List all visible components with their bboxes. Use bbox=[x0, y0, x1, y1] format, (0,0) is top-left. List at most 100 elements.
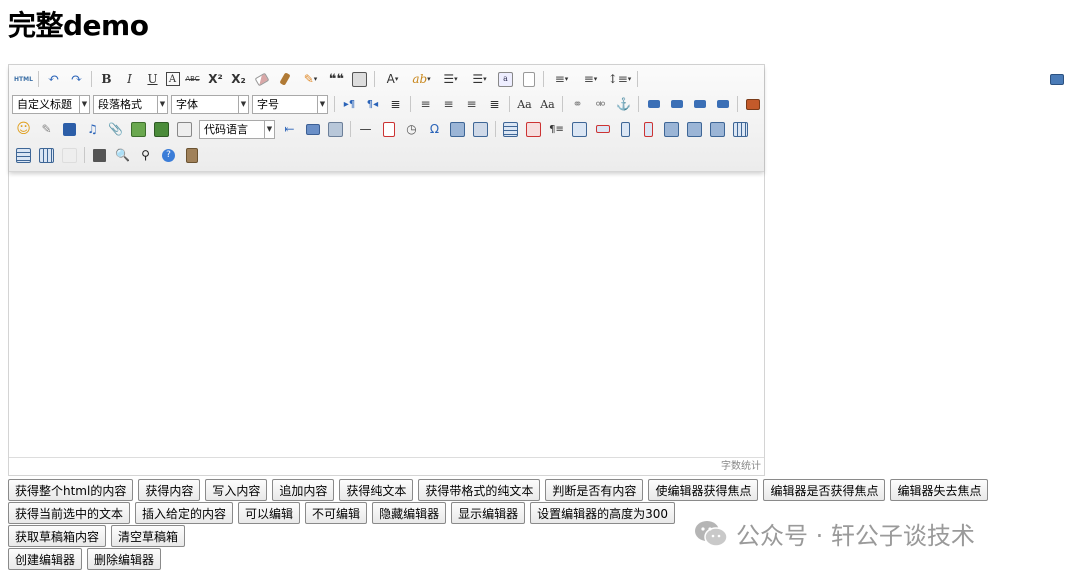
fullscreen-icon[interactable] bbox=[1047, 69, 1067, 89]
api-button[interactable]: 获取草稿箱内容 bbox=[8, 525, 107, 547]
api-button[interactable]: 追加内容 bbox=[272, 479, 335, 501]
gmap-icon[interactable] bbox=[152, 119, 172, 139]
justify-left-icon[interactable]: ≡ bbox=[416, 94, 436, 114]
directionality-rtl-icon[interactable]: ¶◂ bbox=[363, 94, 383, 114]
api-button[interactable]: 编辑器失去焦点 bbox=[890, 479, 989, 501]
api-button[interactable]: 获得当前选中的文本 bbox=[8, 502, 131, 524]
image-right-icon[interactable] bbox=[690, 94, 710, 114]
emotion-icon[interactable]: ☺ bbox=[14, 119, 34, 139]
insertvideo-icon[interactable] bbox=[60, 119, 80, 139]
deleterow-icon[interactable] bbox=[593, 119, 613, 139]
unlink-icon[interactable]: ⚮ bbox=[591, 94, 611, 114]
splittocells-icon[interactable] bbox=[731, 119, 751, 139]
api-button[interactable]: 获得纯文本 bbox=[339, 479, 414, 501]
api-button[interactable]: 判断是否有内容 bbox=[545, 479, 644, 501]
mergecells-icon[interactable] bbox=[662, 119, 682, 139]
subscript-button[interactable]: X₂ bbox=[229, 69, 249, 89]
date-icon[interactable] bbox=[379, 119, 399, 139]
directionality-ltr-icon[interactable]: ▸¶ bbox=[340, 94, 360, 114]
insertparagraphbeforetable-icon[interactable]: ¶≡ bbox=[547, 119, 567, 139]
eraser-icon[interactable] bbox=[252, 69, 272, 89]
api-button[interactable]: 隐藏编辑器 bbox=[372, 502, 447, 524]
api-button[interactable]: 写入内容 bbox=[205, 479, 268, 501]
drafts-icon[interactable] bbox=[182, 145, 202, 165]
undo-icon[interactable]: ↶ bbox=[44, 69, 64, 89]
api-button[interactable]: 编辑器是否获得焦点 bbox=[763, 479, 886, 501]
justify-justify-icon[interactable]: ≣ bbox=[485, 94, 505, 114]
insertcol-icon[interactable] bbox=[616, 119, 636, 139]
map-icon[interactable] bbox=[129, 119, 149, 139]
deletecol-icon[interactable] bbox=[639, 119, 659, 139]
image-none-icon[interactable] bbox=[644, 94, 664, 114]
underline-button[interactable]: U bbox=[143, 69, 163, 89]
unordered-list-icon[interactable]: ☰ ▾ bbox=[467, 69, 493, 89]
api-button[interactable]: 删除编辑器 bbox=[87, 548, 162, 570]
mergedown-icon[interactable] bbox=[708, 119, 728, 139]
pagebreak-icon[interactable]: ⇤ bbox=[280, 119, 300, 139]
link-icon[interactable]: ⚭ bbox=[568, 94, 588, 114]
inserttable-icon[interactable] bbox=[501, 119, 521, 139]
help-icon[interactable]: ? bbox=[159, 145, 179, 165]
cleardoc-icon[interactable] bbox=[519, 69, 539, 89]
api-button[interactable]: 创建编辑器 bbox=[8, 548, 83, 570]
pasteplain-icon[interactable] bbox=[350, 69, 370, 89]
simpleupload-icon[interactable] bbox=[743, 94, 763, 114]
horizontal-rule-icon[interactable]: — bbox=[356, 119, 376, 139]
justify-right-icon[interactable]: ≡ bbox=[462, 94, 482, 114]
api-button[interactable]: 插入给定的内容 bbox=[135, 502, 234, 524]
scrawl-icon[interactable]: ✎ bbox=[37, 119, 57, 139]
time-icon[interactable]: ◷ bbox=[402, 119, 422, 139]
splittocols-icon[interactable] bbox=[37, 145, 57, 165]
insertrow-icon[interactable] bbox=[570, 119, 590, 139]
api-button[interactable]: 获得整个html的内容 bbox=[8, 479, 134, 501]
image-center-icon[interactable] bbox=[713, 94, 733, 114]
api-button[interactable]: 不可编辑 bbox=[305, 502, 368, 524]
insertcode-select[interactable]: 代码语言 ▼ bbox=[199, 119, 275, 139]
wordimage-icon[interactable] bbox=[471, 119, 491, 139]
superscript-button[interactable]: X² bbox=[206, 69, 226, 89]
api-button[interactable]: 设置编辑器的高度为300 bbox=[530, 502, 675, 524]
deletetable-icon[interactable] bbox=[524, 119, 544, 139]
rowspacingbottom-icon[interactable]: ≡ ▾ bbox=[578, 69, 604, 89]
charts-icon[interactable] bbox=[60, 145, 80, 165]
source-html-button[interactable]: HTML bbox=[14, 69, 34, 89]
api-button[interactable]: 使编辑器获得焦点 bbox=[648, 479, 759, 501]
image-left-icon[interactable] bbox=[667, 94, 687, 114]
bold-button[interactable]: B bbox=[97, 69, 117, 89]
strikethrough-button[interactable]: ABC bbox=[183, 69, 203, 89]
autotypeset-icon[interactable]: ✎ ▾ bbox=[298, 69, 324, 89]
fontborder-button[interactable]: A bbox=[165, 72, 180, 86]
insertframe-icon[interactable] bbox=[175, 119, 195, 139]
italic-button[interactable]: I bbox=[120, 69, 140, 89]
splittorows-icon[interactable] bbox=[14, 145, 34, 165]
redo-icon[interactable]: ↷ bbox=[67, 69, 87, 89]
music-icon[interactable]: ♫ bbox=[83, 119, 103, 139]
api-button[interactable]: 显示编辑器 bbox=[451, 502, 526, 524]
mergeright-icon[interactable] bbox=[685, 119, 705, 139]
searchreplace-icon[interactable]: ⚲ bbox=[136, 145, 156, 165]
paragraph-select[interactable]: 段落格式 ▼ bbox=[93, 94, 168, 114]
fontsize-select[interactable]: 字号 ▼ bbox=[252, 94, 328, 114]
backcolor-icon[interactable]: ab ▾ bbox=[409, 69, 435, 89]
preview-icon[interactable]: 🔍 bbox=[113, 145, 133, 165]
touppercase-icon[interactable]: Aa bbox=[515, 94, 535, 114]
api-button[interactable]: 获得带格式的纯文本 bbox=[418, 479, 541, 501]
snapscreen-icon[interactable] bbox=[448, 119, 468, 139]
api-button[interactable]: 可以编辑 bbox=[238, 502, 301, 524]
blockquote-button[interactable]: ❝❝ bbox=[327, 69, 347, 89]
api-button[interactable]: 清空草稿箱 bbox=[111, 525, 186, 547]
forecolor-button[interactable]: A ▾ bbox=[380, 69, 406, 89]
justify-center-icon[interactable]: ≡ bbox=[439, 94, 459, 114]
selectall-icon[interactable]: a bbox=[496, 69, 516, 89]
editor-content-area[interactable] bbox=[9, 172, 764, 457]
anchor-icon[interactable]: ⚓ bbox=[614, 94, 634, 114]
attachment-icon[interactable]: 📎 bbox=[106, 119, 126, 139]
format-brush-icon[interactable] bbox=[275, 69, 295, 89]
fontfamily-select[interactable]: 字体 ▼ bbox=[171, 94, 249, 114]
rowspacingtop-icon[interactable]: ≡ ▾ bbox=[549, 69, 575, 89]
background-icon[interactable] bbox=[326, 119, 346, 139]
api-button[interactable]: 获得内容 bbox=[138, 479, 201, 501]
indent-icon[interactable]: ≣ bbox=[386, 94, 406, 114]
template-icon[interactable] bbox=[303, 119, 323, 139]
customstyle-select[interactable]: 自定义标题 ▼ bbox=[12, 94, 90, 114]
